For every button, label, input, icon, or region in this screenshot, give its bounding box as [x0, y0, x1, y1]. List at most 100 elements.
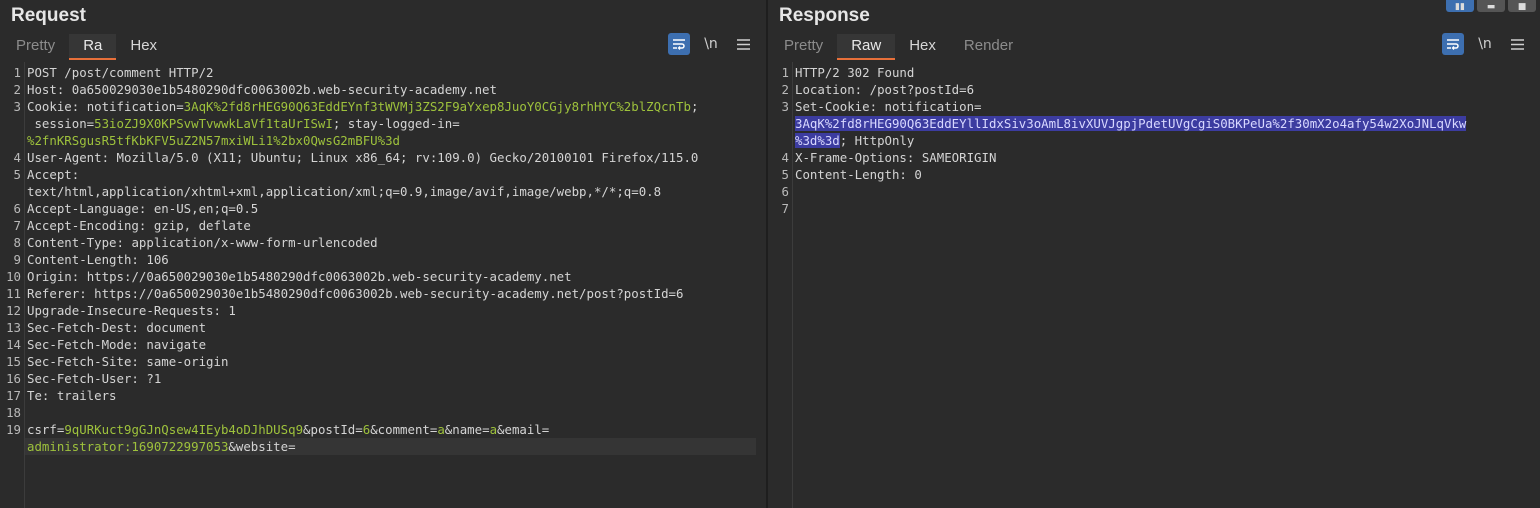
layout-tabs-icon[interactable]: ■: [1508, 0, 1536, 12]
line-number: 7: [13, 218, 21, 233]
code-line: User-Agent: Mozilla/5.0 (X11; Ubuntu; Li…: [27, 149, 756, 166]
response-tabs: Pretty Raw Hex Render: [770, 34, 1027, 60]
code-token: ; stay-logged-in=: [332, 116, 460, 131]
code-token: POST /post/comment HTTP/2: [27, 65, 214, 80]
code-line: administrator:1690722997053&website=: [27, 438, 756, 455]
code-line: Sec-Fetch-User: ?1: [27, 370, 756, 387]
code-line: %2fnKRSgusR5tfKbKFV5uZ2N57mxiWLi1%2bx0Qw…: [27, 132, 756, 149]
code-token: 3AqK%2fd8rHEG90Q63EddEYllIdxSiv3oAmL8ivX…: [795, 116, 1467, 131]
code-token: &comment=: [370, 422, 438, 437]
code-token: Origin:: [27, 269, 87, 284]
code-token: 0: [914, 167, 922, 182]
code-token: &email=: [497, 422, 550, 437]
code-line: %3d%3d; HttpOnly: [795, 132, 1530, 149]
code-token: 53ioZJ9X0KPSvwTvwwkLaVf1taUrISwI: [94, 116, 333, 131]
code-token: https://0a650029030e1b5480290dfc0063002b…: [94, 286, 684, 301]
line-number: 1: [13, 65, 21, 80]
code-token: session=: [27, 116, 95, 131]
code-token: navigate: [146, 337, 207, 352]
code-token: csrf=: [27, 422, 65, 437]
newline-toggle-button[interactable]: \n: [700, 33, 722, 55]
tab-hex[interactable]: Hex: [116, 34, 171, 60]
code-token: 3AqK%2fd8rHEG90Q63EddEYnf3tWVMj3ZS2F9aYx…: [183, 99, 691, 114]
layout-side-by-side-icon[interactable]: ▮▮: [1446, 0, 1474, 12]
request-title: Request: [11, 5, 86, 26]
line-number: 19: [6, 422, 21, 437]
code-token: https://0a650029030e1b5480290dfc0063002b…: [86, 269, 572, 284]
code-line: Referer: https://0a650029030e1b5480290df…: [27, 285, 756, 302]
wrap-lines-icon[interactable]: [668, 33, 690, 55]
code-line: Te: trailers: [27, 387, 756, 404]
code-token: Set-Cookie:: [795, 99, 885, 114]
code-line: text/html,application/xhtml+xml,applicat…: [27, 183, 756, 200]
code-token: 0a650029030e1b5480290dfc0063002b.web-sec…: [71, 82, 497, 97]
code-token: &postId=: [303, 422, 363, 437]
code-token: SAMEORIGIN: [921, 150, 997, 165]
code-line: Sec-Fetch-Mode: navigate: [27, 336, 756, 353]
code-token: ; HttpOnly: [839, 133, 915, 148]
layout-stacked-icon[interactable]: ▬: [1477, 0, 1505, 12]
line-number: 4: [13, 150, 21, 165]
line-number: 5: [13, 167, 21, 182]
code-line: X-Frame-Options: SAMEORIGIN: [795, 149, 1530, 166]
line-number: 3: [781, 99, 789, 114]
line-number: 6: [13, 201, 21, 216]
line-number: 4: [781, 150, 789, 165]
request-tabs: Pretty Ra Hex: [2, 34, 171, 60]
code-line: Upgrade-Insecure-Requests: 1: [27, 302, 756, 319]
code-token: X-Frame-Options:: [795, 150, 922, 165]
line-number: 3: [13, 99, 21, 114]
code-token: Content-Length:: [27, 252, 147, 267]
code-token: document: [146, 320, 207, 335]
code-token: 9qURKuct9gGJnQsew4IEyb4oDJhDUSq9: [64, 422, 304, 437]
response-title: Response: [779, 5, 870, 26]
code-token: ;: [690, 99, 699, 114]
code-token: Accept-Language:: [27, 201, 154, 216]
code-line: Content-Type: application/x-www-form-url…: [27, 234, 756, 251]
line-number: 15: [6, 354, 21, 369]
code-line: HTTP/2 302 Found: [795, 64, 1530, 81]
code-line: 3AqK%2fd8rHEG90Q63EddEYllIdxSiv3oAmL8ivX…: [795, 115, 1530, 132]
code-line: Sec-Fetch-Dest: document: [27, 319, 756, 336]
code-line: Accept-Language: en-US,en;q=0.5: [27, 200, 756, 217]
line-number: 7: [781, 201, 789, 216]
tab-pretty[interactable]: Pretty: [2, 34, 69, 60]
response-pane: Response Pretty Raw Hex Render \n 1 HTTP/2 3…: [768, 0, 1540, 508]
code-token: Location:: [795, 82, 870, 97]
tab-ra[interactable]: Ra: [69, 34, 117, 60]
request-editor[interactable]: 1 POST /post/comment HTTP/2 2 Host: 0a65002…: [0, 62, 766, 508]
code-token: ?1: [146, 371, 162, 386]
line-number: 2: [13, 82, 21, 97]
code-token: &name=: [444, 422, 490, 437]
newline-toggle-button[interactable]: \n: [1474, 33, 1496, 55]
tab-render[interactable]: Render: [950, 34, 1027, 60]
hamburger-menu-icon[interactable]: [732, 33, 754, 55]
code-token: trailers: [56, 388, 117, 403]
line-number: 5: [781, 167, 789, 182]
code-line: Cookie: notification=3AqK%2fd8rHEG90Q63E…: [27, 98, 756, 115]
hamburger-menu-icon[interactable]: [1506, 33, 1528, 55]
code-token: Sec-Fetch-User:: [27, 371, 147, 386]
code-token: Accept:: [27, 167, 87, 182]
tab-pretty[interactable]: Pretty: [770, 34, 837, 60]
response-editor[interactable]: 1 HTTP/2 302 Found 2 Location: /post?postId…: [768, 62, 1540, 508]
code-line: Accept-Encoding: gzip, deflate: [27, 217, 756, 234]
wrap-lines-icon[interactable]: [1442, 33, 1464, 55]
code-token: Te:: [27, 388, 57, 403]
line-number: 18: [6, 405, 21, 420]
tab-hex[interactable]: Hex: [895, 34, 950, 60]
code-line: Host: 0a650029030e1b5480290dfc0063002b.w…: [27, 81, 756, 98]
code-line: Content-Length: 106: [27, 251, 756, 268]
line-number: 16: [6, 371, 21, 386]
code-line: Sec-Fetch-Site: same-origin: [27, 353, 756, 370]
line-number: 8: [13, 235, 21, 250]
line-number: 13: [6, 320, 21, 335]
code-token: Sec-Fetch-Site:: [27, 354, 147, 369]
code-token: 1: [228, 303, 236, 318]
line-number: 10: [6, 269, 21, 284]
code-token: application/x-www-form-urlencoded: [131, 235, 378, 250]
tab-raw[interactable]: Raw: [837, 34, 896, 60]
code-line: csrf=9qURKuct9gGJnQsew4IEyb4oDJhDUSq9&po…: [27, 421, 756, 438]
code-token: Mozilla/5.0 (X11; Ubuntu; Linux x86_64; …: [116, 150, 699, 165]
code-token: User-Agent:: [27, 150, 117, 165]
